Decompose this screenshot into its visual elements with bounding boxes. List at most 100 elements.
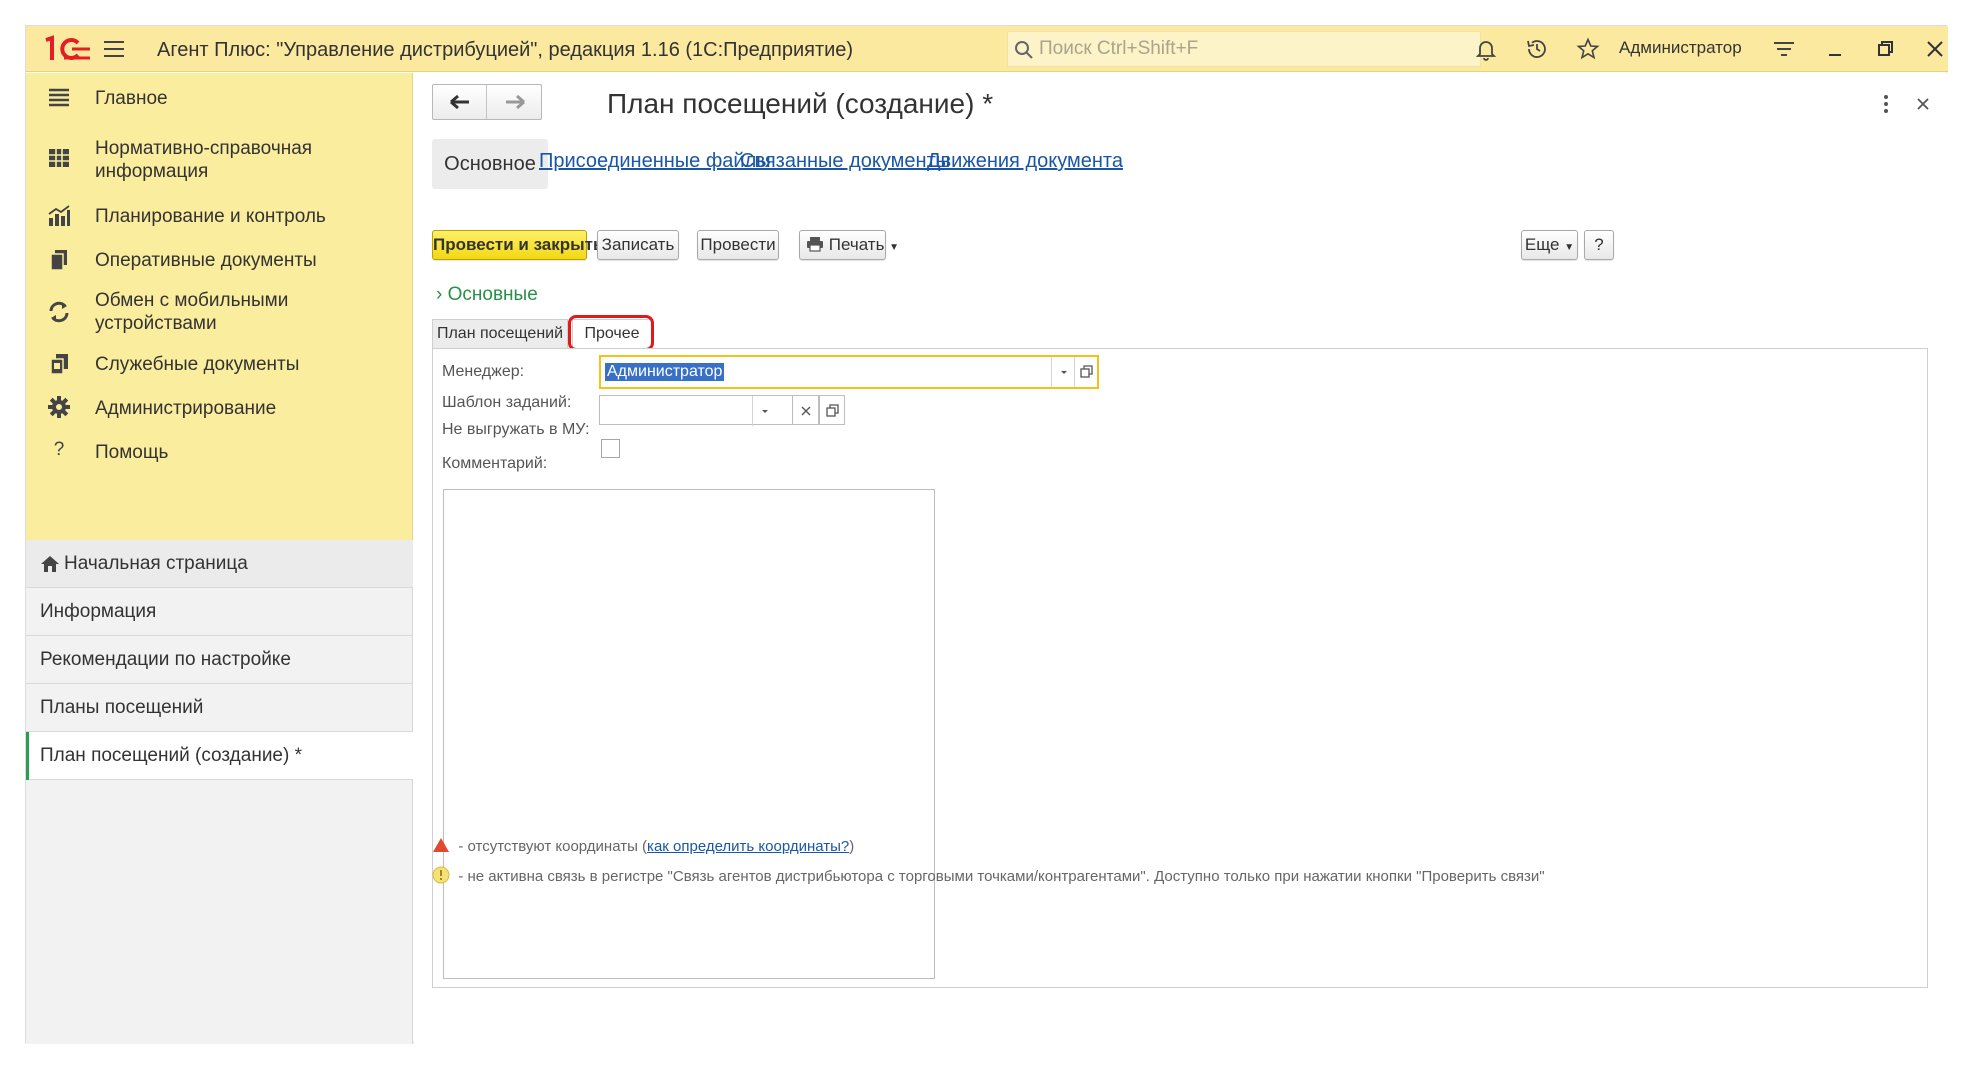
open-window-home[interactable]: Начальная страница	[26, 540, 413, 588]
comment-textarea[interactable]	[443, 489, 935, 979]
open-window-icon	[826, 404, 839, 417]
tab-other[interactable]: Прочее	[572, 319, 652, 349]
sidebar-item-label: Главное	[95, 88, 168, 109]
minimize-icon[interactable]	[1823, 37, 1847, 61]
sidebar-item-mobile-exchange[interactable]: Обмен с мобильными устройствами	[26, 281, 413, 341]
dropdown-arrow-icon: ▼	[889, 242, 900, 253]
dropdown-arrow-icon	[1061, 371, 1067, 374]
grid-icon	[49, 149, 69, 167]
template-label: Шаблон заданий:	[442, 394, 572, 411]
main-menu-icon[interactable]	[102, 37, 126, 61]
open-window-info[interactable]: Информация	[26, 588, 413, 636]
forward-button[interactable]	[488, 85, 542, 119]
open-window-label: Планы посещений	[40, 697, 204, 718]
template-open-button[interactable]	[819, 395, 845, 425]
more-vertical-icon[interactable]	[1876, 93, 1896, 115]
search-icon	[1015, 41, 1033, 59]
tab-visit-plan[interactable]: План посещений	[432, 319, 568, 349]
sidebar-item-help[interactable]: ? Помощь	[26, 429, 413, 473]
legend-no-coords-close: )	[849, 838, 855, 855]
open-window-label: Начальная страница	[64, 553, 248, 574]
legend-no-coords: - отсутствуют координаты (как определить…	[432, 837, 854, 855]
manager-dropdown-button[interactable]	[1051, 357, 1075, 387]
info-circle-icon	[432, 866, 450, 884]
star-icon[interactable]	[1576, 37, 1600, 61]
legend-no-coords-text: - отсутствуют координаты (	[458, 838, 648, 855]
open-window-visit-plans[interactable]: Планы посещений	[26, 684, 413, 732]
settings-menu-icon[interactable]	[1772, 37, 1796, 61]
no-upload-checkbox[interactable]	[601, 439, 620, 458]
how-to-coords-link[interactable]: как определить координаты?	[647, 838, 849, 855]
sidebar-item-label: Обмен с мобильными устройствами	[95, 290, 289, 334]
sidebar-item-label: Нормативно-справочная информация	[95, 138, 313, 182]
clear-x-icon	[801, 406, 811, 416]
post-button[interactable]: Провести	[697, 230, 779, 260]
sidebar-item-planning[interactable]: Планирование и контроль	[26, 193, 413, 237]
app-title: Агент Плюс: "Управление дистрибуцией", р…	[157, 39, 854, 61]
comment-label: Комментарий:	[442, 455, 548, 472]
sidebar-item-main[interactable]: Главное	[26, 73, 413, 123]
sidebar-item-label: Оперативные документы	[95, 250, 317, 271]
close-icon[interactable]	[1923, 37, 1947, 61]
sidebar-item-label: Планирование и контроль	[95, 206, 326, 227]
template-dropdown-button[interactable]	[752, 396, 776, 426]
sections-panel: Главное Нормативно-справочная информация…	[26, 73, 413, 540]
service-docs-icon	[50, 354, 68, 375]
hamburger-list-icon	[49, 88, 69, 107]
sidebar-item-administration[interactable]: Администрирование	[26, 385, 413, 429]
sidebar-item-label: Помощь	[95, 442, 169, 463]
sidebar-item-label: Служебные документы	[95, 354, 300, 375]
save-button[interactable]: Записать	[597, 230, 679, 260]
template-clear-button[interactable]	[793, 395, 819, 425]
sidebar-item-service-docs[interactable]: Служебные документы	[26, 341, 413, 385]
tab-document-movements[interactable]: Движения документа	[927, 150, 1123, 173]
section-basic-label: Основные	[447, 284, 538, 305]
tab-other-panel: Менеджер: Администратор Шаблон заданий:	[432, 348, 1928, 988]
search-input[interactable]	[1039, 32, 1469, 66]
sidebar-item-label: Администрирование	[95, 398, 277, 419]
open-window-recommendations[interactable]: Рекомендации по настройке	[26, 636, 413, 684]
1c-logo-icon[interactable]	[42, 34, 92, 64]
open-window-label: План посещений (создание) *	[40, 745, 303, 766]
no-upload-label: Не выгружать в МУ:	[442, 421, 590, 438]
post-and-close-button[interactable]: Провести и закрыть	[432, 230, 603, 260]
title-bar: Агент Плюс: "Управление дистрибуцией", р…	[26, 26, 1948, 72]
app-window: Агент Плюс: "Управление дистрибуцией", р…	[25, 25, 1948, 1044]
back-button[interactable]	[433, 85, 487, 119]
open-window-label: Рекомендации по настройке	[40, 649, 291, 670]
home-icon	[41, 556, 59, 572]
warning-triangle-icon	[433, 838, 449, 852]
sync-icon	[49, 301, 69, 323]
section-basic-toggle[interactable]: › Основные	[436, 284, 538, 306]
gear-icon	[48, 396, 70, 418]
chevron-right-icon: ›	[436, 284, 443, 305]
open-window-label: Информация	[40, 601, 157, 622]
help-button[interactable]: ?	[1584, 230, 1614, 260]
question-icon: ?	[53, 439, 65, 460]
sidebar-item-reference[interactable]: Нормативно-справочная информация	[26, 123, 413, 193]
manager-value[interactable]: Администратор	[605, 363, 725, 381]
open-window-visit-plan-create[interactable]: План посещений (создание) *	[26, 732, 413, 780]
print-button[interactable]: Печать ▼	[799, 230, 899, 260]
manager-open-button[interactable]	[1074, 357, 1098, 387]
tab-related-documents[interactable]: Связанные документы	[740, 150, 950, 173]
user-name[interactable]: Администратор	[1619, 38, 1742, 58]
tab-main[interactable]: Основное	[432, 139, 548, 189]
restore-icon[interactable]	[1873, 37, 1897, 61]
more-button[interactable]: Еще ▼	[1521, 230, 1578, 260]
open-windows-panel: Начальная страница Информация Рекомендац…	[26, 540, 413, 1044]
tab-attached-files[interactable]: Присоединенные файлы	[539, 150, 771, 173]
more-button-label: Еще	[1524, 235, 1560, 254]
history-icon[interactable]	[1525, 37, 1549, 61]
bell-icon[interactable]	[1474, 37, 1498, 61]
document-title: План посещений (создание) *	[607, 88, 994, 119]
global-search[interactable]	[1007, 31, 1481, 67]
sidebar-item-operational-docs[interactable]: Оперативные документы	[26, 237, 413, 281]
history-nav	[432, 84, 542, 120]
form-close-icon[interactable]	[1913, 93, 1933, 115]
template-field[interactable]	[599, 395, 793, 426]
manager-field[interactable]: Администратор	[599, 355, 1099, 389]
manager-label: Менеджер:	[442, 363, 525, 380]
arrow-left-icon	[450, 94, 469, 110]
document-form: План посещений (создание) * Основное При…	[414, 73, 1947, 1043]
